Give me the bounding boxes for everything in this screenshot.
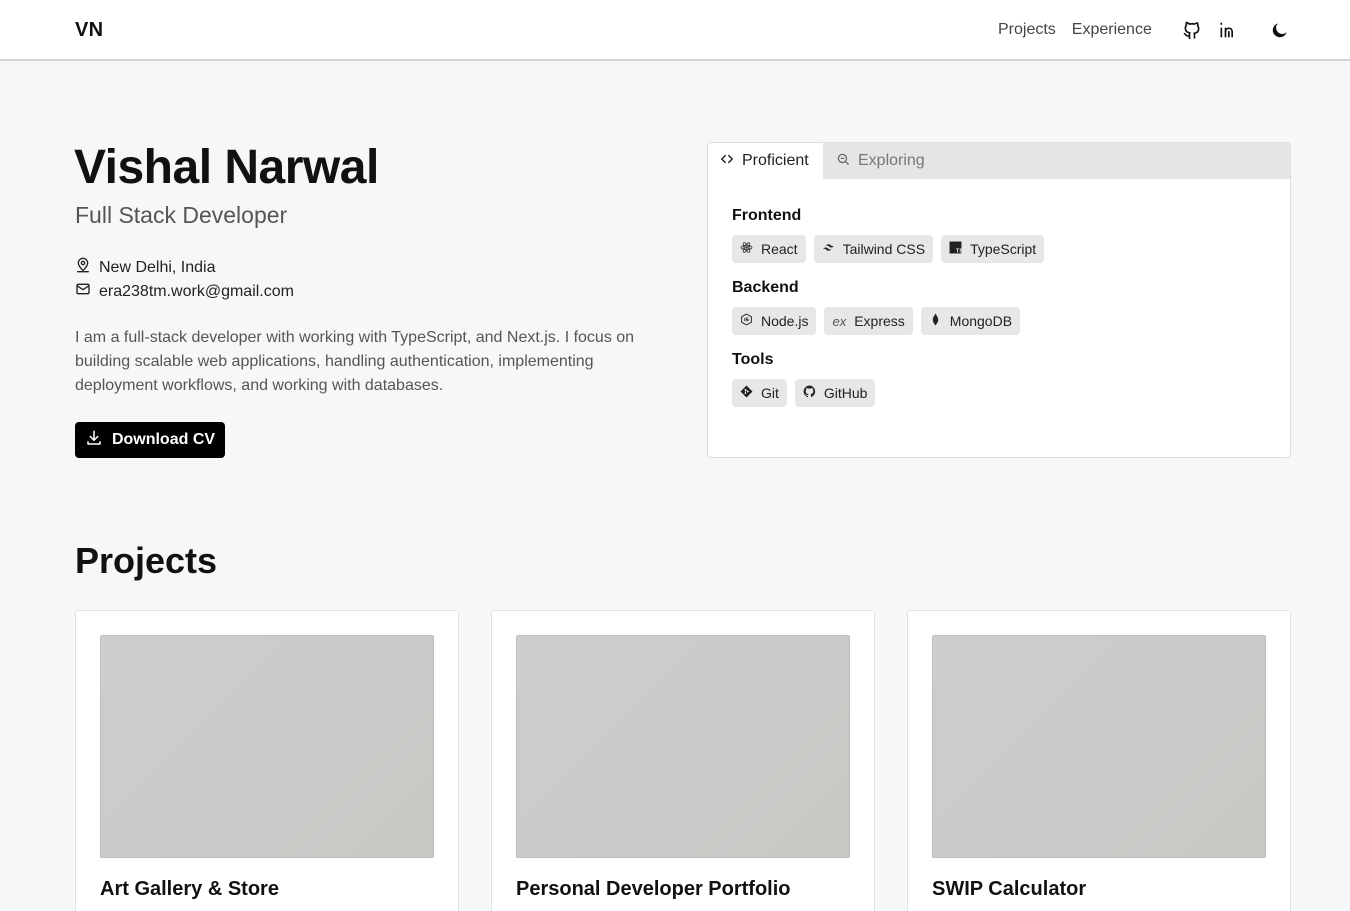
email-row: era238tm.work@gmail.com <box>75 281 294 302</box>
tab-exploring[interactable]: Exploring <box>824 143 937 179</box>
skill-chip-label: Node.js <box>761 313 809 329</box>
location-pin-icon <box>75 257 91 278</box>
skill-chip-typescript: TS TypeScript <box>941 235 1045 263</box>
skill-chip-react: React <box>732 235 806 263</box>
project-card[interactable]: SWIP Calculator <box>907 610 1291 911</box>
project-thumbnail <box>932 635 1266 858</box>
skill-chip-express: ex Express <box>824 307 913 335</box>
top-navbar: VN Projects Experience <box>0 0 1350 61</box>
tab-proficient[interactable]: Proficient <box>708 143 823 179</box>
tab-proficient-label: Proficient <box>742 152 809 169</box>
moon-icon[interactable] <box>1269 19 1291 41</box>
skill-group-title: Frontend <box>732 207 802 224</box>
skills-panel: Proficient Exploring Frontend React Tail… <box>707 142 1291 458</box>
skill-chip-label: GitHub <box>823 385 868 401</box>
skill-group-title: Tools <box>732 351 774 368</box>
bio-text: I am a full-stack developer with working… <box>75 329 635 394</box>
project-title: Personal Developer Portfolio <box>516 878 791 900</box>
project-title: SWIP Calculator <box>932 878 1087 900</box>
hero-name: Vishal Narwal <box>74 141 379 194</box>
download-cv-label: Download CV <box>111 431 216 448</box>
nav-link-experience[interactable]: Experience <box>1072 21 1152 39</box>
git-icon <box>740 385 753 401</box>
skill-chip-git: Git <box>732 379 787 407</box>
download-cv-button[interactable]: Download CV <box>75 422 225 458</box>
hero-role: Full Stack Developer <box>75 202 288 228</box>
skill-chip-mongodb: MongoDB <box>920 307 1021 335</box>
skill-chip-nodejs: Node.js <box>732 307 817 335</box>
skill-chip-label: React <box>761 241 798 257</box>
mail-icon <box>75 281 91 302</box>
svg-text:TS: TS <box>956 248 962 254</box>
tab-exploring-label: Exploring <box>858 152 925 169</box>
skill-group-title: Backend <box>732 279 799 296</box>
express-icon: ex <box>832 313 847 329</box>
nodejs-icon <box>740 313 753 329</box>
github-icon <box>803 385 816 401</box>
skill-chip-tailwind: Tailwind CSS <box>813 235 934 263</box>
react-icon <box>740 241 753 257</box>
linkedin-icon[interactable] <box>1217 19 1239 41</box>
email-text[interactable]: era238tm.work@gmail.com <box>99 283 294 301</box>
skill-group-frontend: Frontend React Tailwind CSS TS TypeScrip… <box>732 207 1045 263</box>
projects-heading: Projects <box>75 540 218 581</box>
tailwind-icon <box>822 241 835 257</box>
skill-group-backend: Backend Node.js ex Express MongoDB <box>732 279 1021 335</box>
site-logo[interactable]: VN <box>75 19 103 42</box>
search-icon <box>836 152 850 171</box>
skill-group-tools: Tools Git GitHub <box>732 351 876 407</box>
skill-chip-label: TypeScript <box>970 241 1037 257</box>
code-icon <box>720 152 734 171</box>
download-icon <box>85 429 103 452</box>
location-text: New Delhi, India <box>99 258 216 276</box>
nav-link-projects[interactable]: Projects <box>998 21 1056 39</box>
project-thumbnail <box>516 635 850 858</box>
skill-chip-label: MongoDB <box>949 313 1013 329</box>
skill-chip-github: GitHub <box>794 379 876 407</box>
typescript-icon: TS <box>949 241 963 257</box>
project-card[interactable]: Art Gallery & Store <box>75 610 459 911</box>
nav-links: Projects Experience <box>998 21 1152 39</box>
location-row: New Delhi, India <box>75 257 216 278</box>
github-icon[interactable] <box>1181 19 1203 41</box>
project-title: Art Gallery & Store <box>100 878 279 900</box>
skills-tabbar: Proficient Exploring <box>708 143 1290 179</box>
project-card[interactable]: Personal Developer Portfolio <box>491 610 875 911</box>
skill-chip-label: Tailwind CSS <box>842 241 926 257</box>
skill-chip-label: Git <box>761 385 779 401</box>
project-thumbnail <box>100 635 434 858</box>
mongodb-leaf-icon <box>929 313 942 329</box>
skill-chip-label: Express <box>854 313 905 329</box>
